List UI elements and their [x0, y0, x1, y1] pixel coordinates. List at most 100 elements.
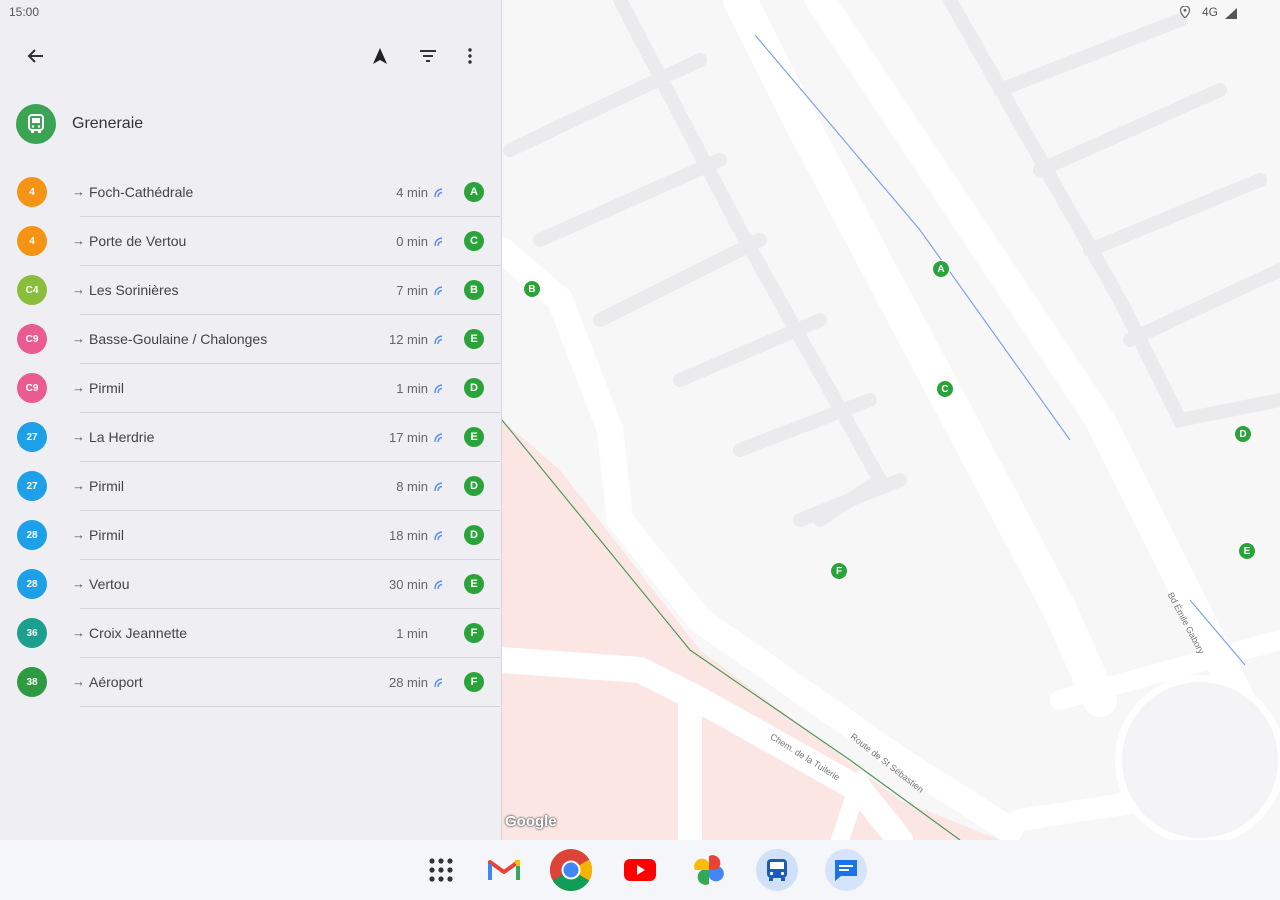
line-badge: 28 [17, 520, 47, 550]
back-arrow-icon[interactable] [20, 40, 52, 72]
departure-time: 12 min [388, 332, 428, 347]
departure-row[interactable]: 38 → Aéroport 28 min F [0, 658, 500, 707]
realtime-icon [434, 675, 444, 688]
destination-label: Pirmil [89, 527, 124, 543]
direction-arrow: → [72, 674, 85, 689]
platform-badge: E [464, 427, 484, 447]
departure-row[interactable]: 27 → Pirmil 8 min D [0, 462, 500, 511]
departure-row[interactable]: C9 → Basse-Goulaine / Chalonges 12 min E [0, 315, 500, 364]
departure-row[interactable]: 28 → Vertou 30 min E [0, 560, 500, 609]
destination-label: La Herdrie [89, 429, 155, 445]
destination-label: Pirmil [89, 380, 124, 396]
line-badge: 27 [17, 471, 47, 501]
departure-list: 4 → Foch-Cathédrale 4 min A 4 → Porte de Vertou… [0, 168, 500, 707]
destination-label: Aéroport [89, 674, 143, 690]
departure-time: 0 min [396, 234, 428, 249]
destination-label: Croix Jeannette [89, 625, 188, 641]
chrome-icon[interactable] [549, 848, 593, 892]
map-platform-marker[interactable]: C [936, 380, 954, 398]
bus-icon [16, 104, 56, 144]
photos-icon[interactable] [687, 848, 731, 892]
messages-icon[interactable] [824, 848, 868, 892]
realtime-icon [434, 430, 444, 443]
navigation-icon[interactable] [364, 40, 396, 72]
direction-arrow: → [72, 625, 85, 640]
line-badge: 4 [17, 226, 47, 256]
destination-label: Porte de Vertou [89, 233, 187, 249]
direction-arrow: → [72, 380, 85, 395]
platform-badge: D [464, 476, 484, 496]
departure-time: 28 min [388, 675, 428, 690]
platform-badge: C [464, 231, 484, 251]
line-badge: 38 [17, 667, 47, 697]
realtime-icon [434, 381, 444, 394]
direction-arrow: → [72, 576, 85, 591]
departure-time: 1 min [396, 626, 428, 641]
map-platform-marker[interactable]: A [932, 260, 950, 278]
departure-row[interactable]: C9 → Pirmil 1 min D [0, 364, 500, 413]
departure-time: 17 min [388, 430, 428, 445]
app-drawer-icon[interactable] [419, 848, 463, 892]
youtube-icon[interactable] [618, 848, 662, 892]
line-badge: C9 [17, 373, 47, 403]
departure-row[interactable]: 36 → Croix Jeannette 1 min F [0, 609, 500, 658]
platform-badge: F [464, 672, 484, 692]
platform-badge: D [464, 525, 484, 545]
departure-time: 1 min [396, 381, 428, 396]
line-badge: 28 [17, 569, 47, 599]
departure-time: 18 min [388, 528, 428, 543]
departure-row[interactable]: 28 → Pirmil 18 min D [0, 511, 500, 560]
location-icon [1179, 5, 1191, 23]
platform-badge: D [464, 378, 484, 398]
realtime-icon [434, 577, 444, 590]
departure-time: 7 min [396, 283, 428, 298]
more-vert-icon[interactable] [454, 40, 486, 72]
destination-label: Foch-Cathédrale [89, 184, 194, 200]
departure-row[interactable]: C4 → Les Sorinières 7 min B [0, 266, 500, 315]
transit-app-icon[interactable] [755, 848, 799, 892]
realtime-icon [434, 234, 444, 247]
destination-label: Pirmil [89, 478, 124, 494]
line-badge: 4 [17, 177, 47, 207]
network-label: 4G [1202, 5, 1219, 19]
realtime-icon [434, 528, 444, 541]
filter-icon[interactable] [412, 40, 444, 72]
line-badge: 36 [17, 618, 47, 648]
platform-badge: E [464, 574, 484, 594]
destination-label: Les Sorinières [89, 282, 179, 298]
departure-time: 30 min [388, 577, 428, 592]
signal-icon [1225, 6, 1237, 24]
departure-row[interactable]: 27 → La Herdrie 17 min E [0, 413, 500, 462]
stop-name: Greneraie [72, 115, 144, 132]
map-platform-marker[interactable]: D [1234, 425, 1252, 443]
departure-time: 8 min [396, 479, 428, 494]
stop-header: Greneraie [16, 104, 143, 144]
platform-badge: E [464, 329, 484, 349]
direction-arrow: → [72, 478, 85, 493]
direction-arrow: → [72, 527, 85, 542]
direction-arrow: → [72, 233, 85, 248]
direction-arrow: → [72, 282, 85, 297]
departures-panel: 15:00 Greneraie 4 → Foch-Cathédrale 4 min A 4… [0, 0, 502, 840]
destination-label: Basse-Goulaine / Chalonges [89, 331, 268, 347]
map-platform-marker[interactable]: E [1238, 542, 1256, 560]
direction-arrow: → [72, 429, 85, 444]
row-divider [80, 706, 500, 707]
platform-badge: B [464, 280, 484, 300]
destination-label: Vertou [89, 576, 130, 592]
status-time: 15:00 [9, 5, 40, 19]
direction-arrow: → [72, 331, 85, 346]
map-platform-marker[interactable]: F [830, 562, 848, 580]
line-badge: C9 [17, 324, 47, 354]
realtime-icon [434, 479, 444, 492]
map-platform-marker[interactable]: B [523, 280, 541, 298]
direction-arrow: → [72, 184, 85, 199]
departure-row[interactable]: 4 → Foch-Cathédrale 4 min A [0, 168, 500, 217]
realtime-icon [434, 185, 444, 198]
departure-row[interactable]: 4 → Porte de Vertou 0 min C [0, 217, 500, 266]
google-attribution: Google [505, 813, 557, 830]
platform-badge: A [464, 182, 484, 202]
gmail-icon[interactable] [482, 848, 526, 892]
realtime-icon [434, 283, 444, 296]
departure-time: 4 min [396, 185, 428, 200]
